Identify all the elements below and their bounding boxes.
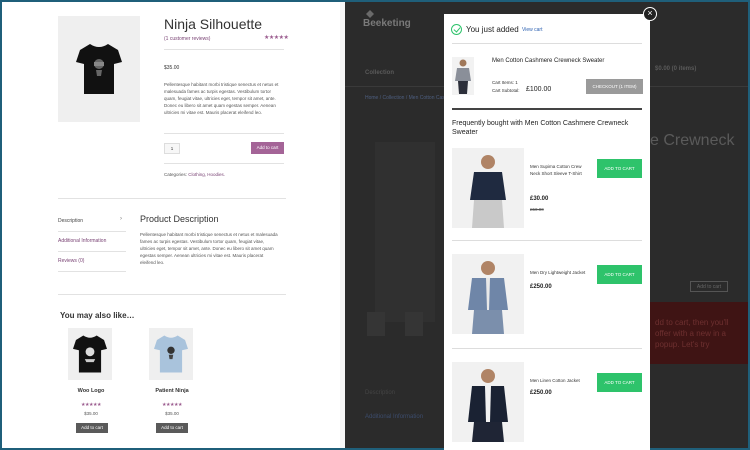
related-product-name[interactable]: Patient Ninja: [137, 388, 207, 394]
fbt-product-price: £250.00: [530, 390, 552, 396]
tshirt-woo-logo-icon: [73, 335, 107, 373]
tshirt-blue-ninja-icon: [154, 335, 188, 373]
related-product-image[interactable]: [68, 328, 112, 380]
tab-description[interactable]: Description: [58, 218, 83, 224]
fbt-product-image[interactable]: [452, 148, 524, 228]
divider: [452, 108, 642, 110]
model-linen-jacket-icon: [468, 369, 508, 442]
categories-label: Categories:: [164, 172, 188, 177]
divider: [58, 231, 126, 232]
product-image[interactable]: [58, 16, 140, 122]
store-tab-description[interactable]: Description: [365, 390, 395, 396]
add-to-cart-button[interactable]: Add to cart: [251, 142, 284, 154]
related-add-to-cart-button[interactable]: Add to cart: [156, 423, 188, 433]
promo-banner-text: dd to cart, then you'll offer with a new…: [655, 318, 729, 349]
fbt-product-price: £30.00: [530, 196, 549, 202]
model-tshirt-icon: [470, 155, 506, 228]
categories-links[interactable]: Clothing, Hoodies.: [188, 172, 225, 177]
divider: [164, 133, 284, 134]
divider: [58, 198, 286, 199]
cart-subtotal-value: £100.00: [526, 86, 552, 93]
fbt-add-to-cart-button[interactable]: ADD TO CART: [597, 373, 642, 392]
store-product-image: [375, 142, 435, 322]
quantity-input[interactable]: 1: [164, 143, 180, 154]
check-circle-icon: [451, 24, 462, 35]
tab-reviews[interactable]: Reviews (0): [58, 258, 84, 264]
cart-item-name: Men Cotton Cashmere Crewneck Sweater: [492, 58, 605, 64]
divider: [452, 43, 642, 44]
fbt-product-price: £250.00: [530, 284, 552, 290]
beeketing-logo-icon: [366, 10, 374, 18]
related-heading: You may also like…: [60, 311, 135, 320]
frequently-bought-title: Frequently bought with Men Cotton Cashme…: [452, 120, 629, 136]
fbt-product-name[interactable]: Men Supima Cotton Crew Neck Short Sleeve…: [530, 164, 590, 177]
store-tab-additional[interactable]: Additional Information: [365, 414, 423, 420]
fbt-add-to-cart-button[interactable]: ADD TO CART: [597, 159, 642, 178]
view-cart-link[interactable]: View cart: [522, 27, 542, 33]
store-cart-summary[interactable]: $0.00 (0 items): [655, 66, 696, 72]
model-jacket-icon: [468, 261, 508, 334]
cart-subtotal-label: Cart Subtotal:: [492, 88, 520, 93]
related-product-price: $35.00: [84, 411, 98, 416]
added-to-cart-popup: You just added View cart Men Cotton Cash…: [444, 14, 650, 450]
product-title: Ninja Silhouette: [164, 16, 263, 32]
related-add-to-cart-button[interactable]: Add to cart: [76, 423, 108, 433]
store-product-heading: e Crewneck: [650, 132, 735, 149]
fbt-product-image[interactable]: [452, 254, 524, 334]
product-price: $35.00: [164, 65, 180, 71]
description-text: Pellentesque habitant morbi tristique se…: [140, 232, 278, 265]
product-categories: Categories: Clothing, Hoodies.: [164, 172, 225, 177]
sweater-model-icon: [455, 59, 471, 94]
store-brand: Beeketing: [363, 18, 411, 29]
close-icon[interactable]: ×: [643, 7, 657, 21]
store-add-to-cart-button[interactable]: Add to cart: [690, 281, 728, 292]
chevron-right-icon: ›: [120, 216, 122, 222]
fbt-product-name[interactable]: Men Dry Lightweight Jacket: [530, 270, 590, 277]
divider: [452, 348, 642, 349]
popup-title: You just added: [466, 25, 519, 34]
fbt-add-to-cart-button[interactable]: ADD TO CART: [597, 265, 642, 284]
divider: [58, 251, 126, 252]
divider: [452, 240, 642, 241]
related-product-name[interactable]: Woo Logo: [56, 388, 126, 394]
divider: [58, 271, 126, 272]
fbt-product-old-price: £50.00: [530, 207, 544, 212]
tab-additional-information[interactable]: Additional Information: [58, 238, 106, 244]
store-thumbnail[interactable]: [367, 312, 385, 336]
store-thumbnail[interactable]: [405, 312, 423, 336]
product-short-description: Pellentesque habitant morbi tristique se…: [164, 82, 279, 115]
description-heading: Product Description: [140, 214, 219, 224]
fbt-product-image[interactable]: [452, 362, 524, 442]
fbt-product-name[interactable]: Men Linen Cotton Jacket: [530, 378, 590, 385]
checkout-button[interactable]: CHECKOUT (1 ITEM): [586, 79, 643, 94]
rating-stars: ★★★★★: [264, 35, 289, 41]
divider: [164, 163, 284, 164]
related-product-stars: ★★★★★: [162, 402, 182, 408]
woocommerce-product-page: Ninja Silhouette (1 customer reviews) ★★…: [2, 2, 340, 448]
divider: [58, 294, 286, 295]
store-nav-collection[interactable]: Collection: [365, 70, 394, 76]
related-product-stars: ★★★★★: [81, 402, 101, 408]
customer-reviews-link[interactable]: (1 customer reviews): [164, 36, 210, 42]
divider: [164, 49, 284, 50]
cart-item-image: [452, 57, 474, 95]
tshirt-black-icon: [76, 44, 122, 94]
cart-items-count: Cart Items: 1: [492, 80, 518, 85]
related-product-image[interactable]: [149, 328, 193, 380]
related-product-price: $35.00: [165, 411, 179, 416]
